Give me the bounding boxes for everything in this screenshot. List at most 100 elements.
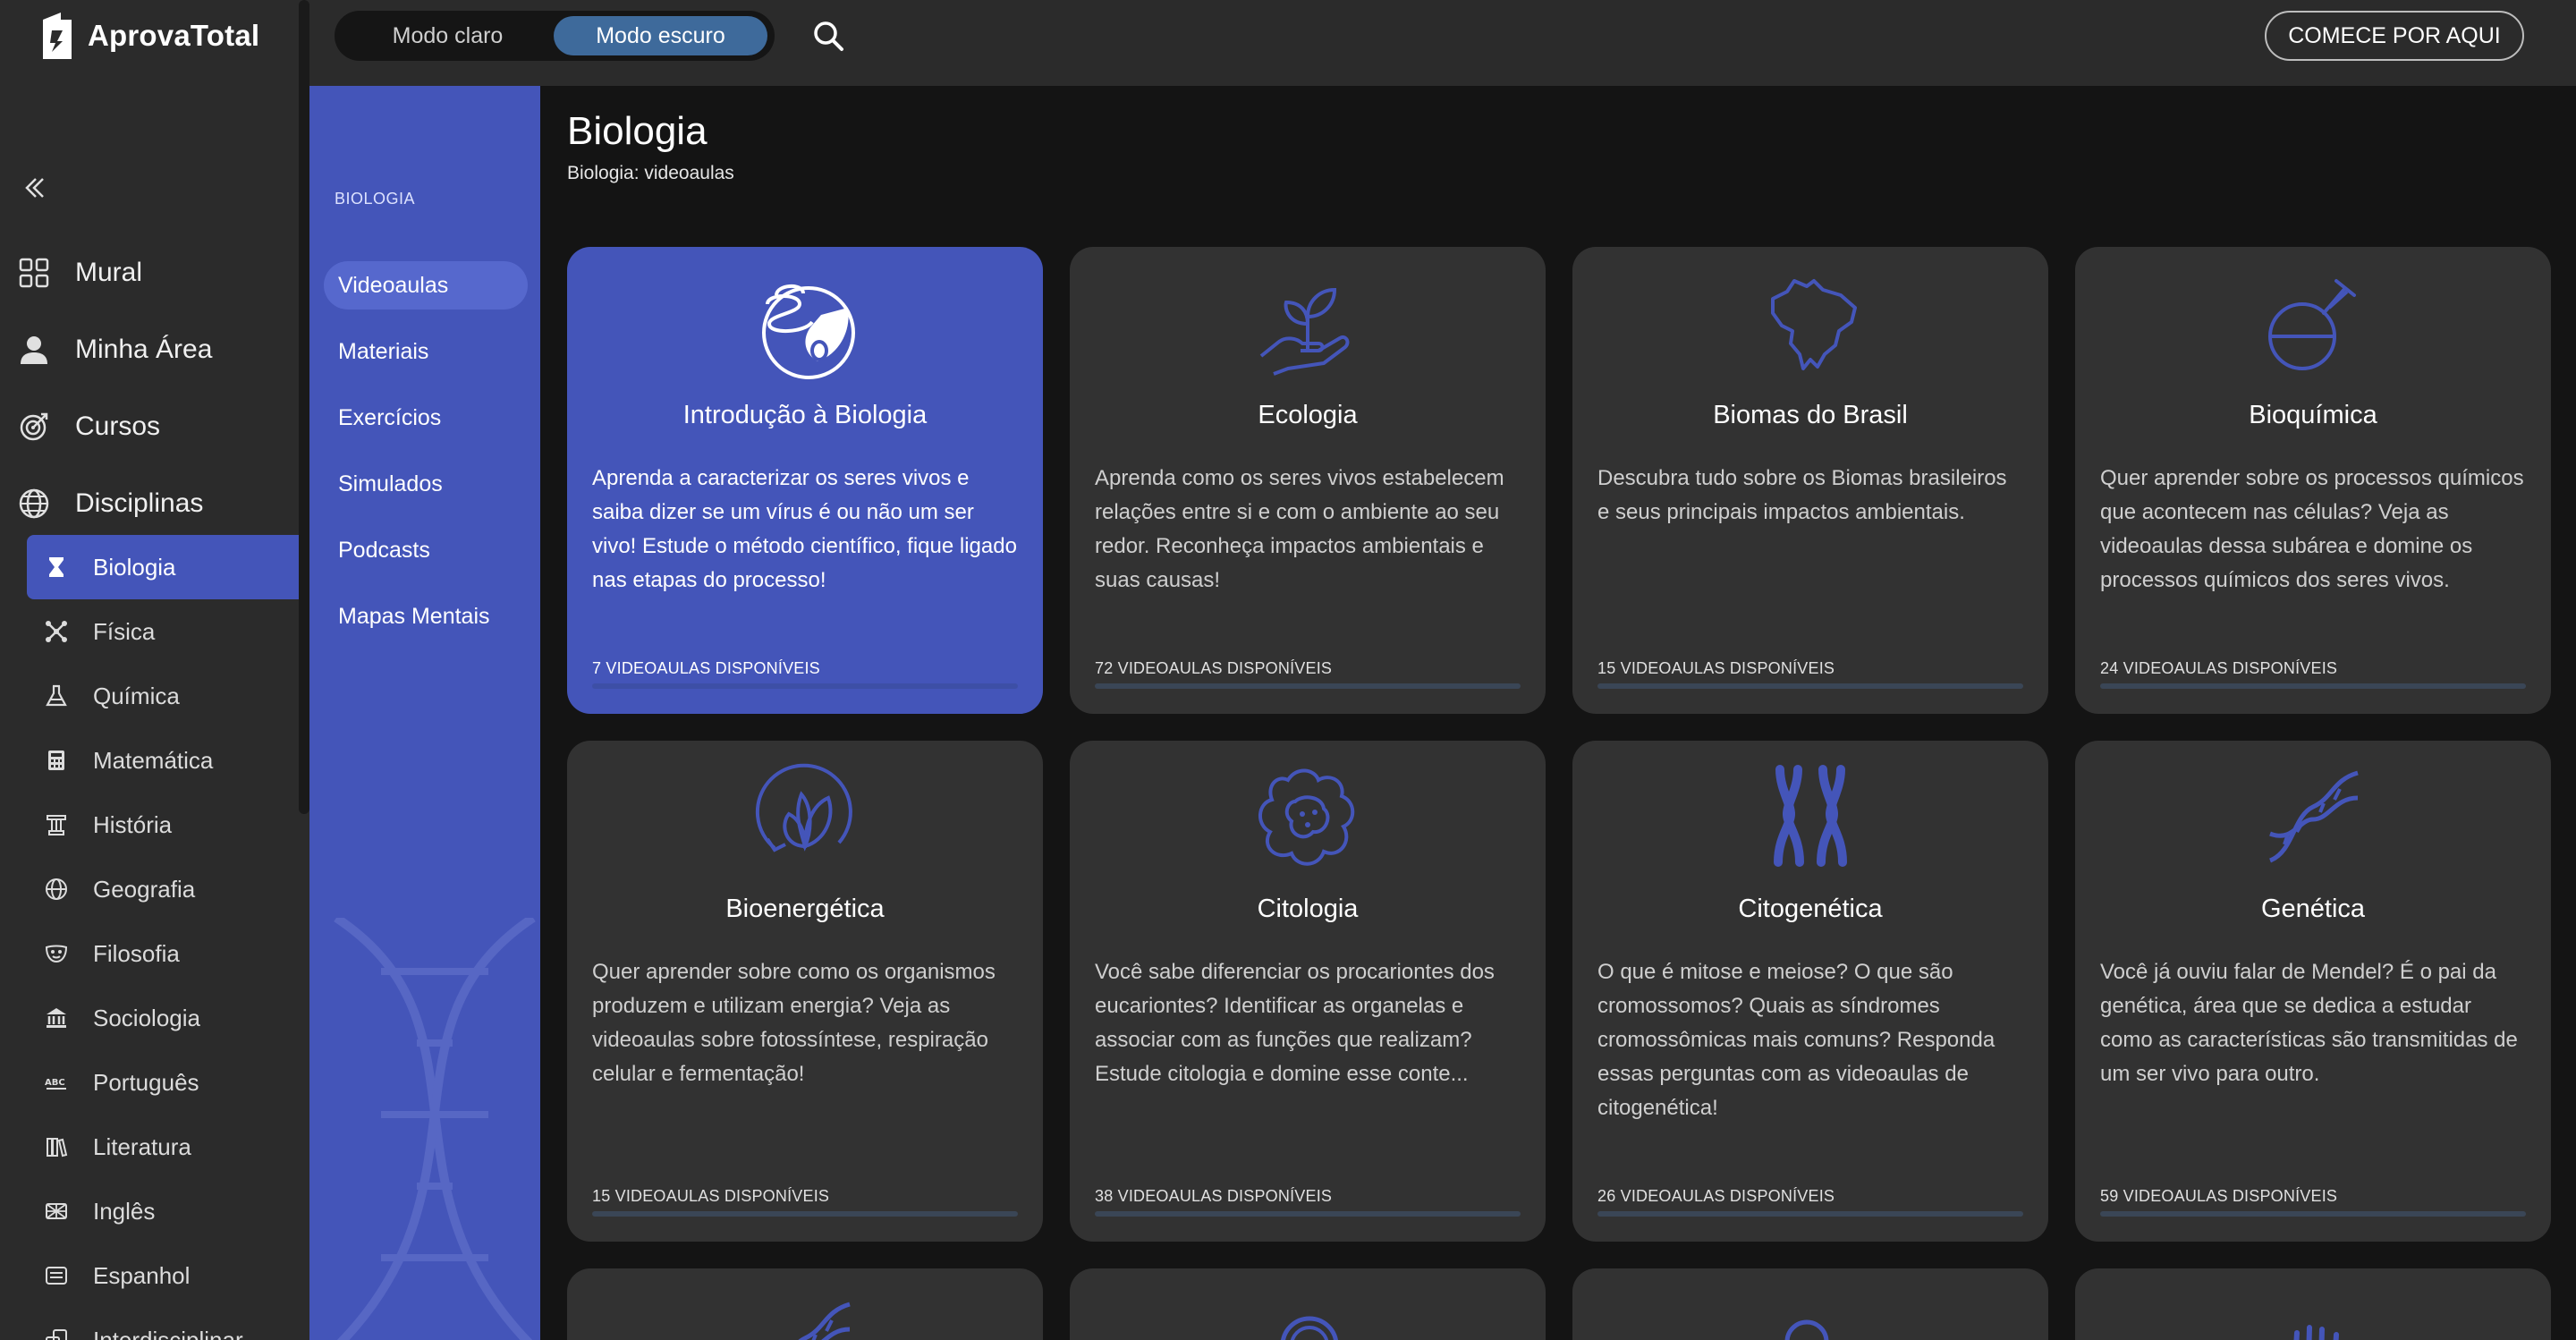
topic-card-bioenergetica[interactable]: Bioenergética Quer aprender sobre como o… (567, 741, 1043, 1242)
card-description: Você já ouviu falar de Mendel? É o pai d… (2100, 960, 2518, 1086)
card-progress-bar (1597, 683, 2023, 689)
mask-icon (45, 945, 68, 963)
topic-card-genetica[interactable]: Genética Você já ouviu falar de Mendel? … (2075, 741, 2551, 1242)
person-icon (1784, 1319, 1829, 1340)
sidebar-item-label: Sociologia (93, 1004, 200, 1031)
section-panel: BIOLOGIA Videoaulas Materiais Exercícios… (309, 86, 540, 1340)
dna-icon (798, 1302, 851, 1340)
topic-card-biomas[interactable]: Biomas do Brasil Descubra tudo sobre os … (1572, 247, 2048, 714)
card-count: 15 VIDEOAULAS DISPONÍVEIS (1597, 659, 1835, 677)
topic-card-bioquimica[interactable]: Bioquímica Quer aprender sobre os proces… (2075, 247, 2551, 714)
topic-card-citogenetica[interactable]: Citogenética O que é mitose e meiose? O … (1572, 741, 2048, 1242)
dna-decoration-icon (334, 918, 536, 1340)
layers-icon (46, 1329, 67, 1340)
globe-icon (19, 488, 49, 519)
topic-card-ecologia[interactable]: Ecologia Aprenda como os seres vivos est… (1070, 247, 1546, 714)
brand-name: AprovaTotal (88, 19, 260, 52)
nav-item-mural[interactable]: Mural (0, 234, 299, 311)
nav-item-minha-area[interactable]: Minha Área (0, 311, 299, 388)
sidebar-item-geografia[interactable]: Geografia (27, 857, 299, 921)
card-title: Ecologia (1258, 401, 1358, 429)
card-count: 15 VIDEOAULAS DISPONÍVEIS (592, 1187, 830, 1205)
section-link-simulados[interactable]: Simulados (324, 460, 528, 508)
card-title: Genética (2260, 895, 2366, 923)
sidebar-item-label: Filosofia (93, 939, 180, 967)
sidebar-item-interdisciplinar[interactable]: Interdisciplinar (27, 1308, 299, 1340)
card-progress-bar (592, 683, 1018, 689)
section-link-exercicios[interactable]: Exercícios (324, 394, 528, 442)
abc-icon: ABC (45, 1078, 66, 1090)
card-description: Aprenda a caracterizar os seres vivos e … (592, 466, 1017, 592)
topic-card-citologia[interactable]: Citologia Você sabe diferenciar os proca… (1070, 741, 1546, 1242)
flask-icon (46, 684, 67, 707)
card-progress-bar (1095, 683, 1521, 689)
section-link-mapas-mentais[interactable]: Mapas Mentais (324, 592, 528, 640)
column-icon (47, 815, 66, 835)
atom-icon (46, 621, 67, 642)
globe-icon (46, 878, 67, 900)
search-icon[interactable] (810, 18, 846, 54)
topic-cards: Introdução à Biologia Aprenda a caracter… (567, 247, 2551, 1340)
nav-item-label: Cursos (75, 411, 161, 441)
nav-item-cursos[interactable]: Cursos (0, 388, 299, 465)
section-link-materiais[interactable]: Materiais (324, 327, 528, 376)
sidebar-item-label: Interdisciplinar (93, 1326, 243, 1340)
start-here-button[interactable]: COMECE POR AQUI (2265, 11, 2524, 61)
card-description: O que é mitose e meiose? O que são cromo… (1597, 960, 1996, 1120)
chromosome-icon (1774, 765, 1847, 867)
card-title: Introdução à Biologia (682, 401, 928, 429)
user-icon (21, 336, 47, 364)
sidebar-item-matematica[interactable]: Matemática (27, 728, 299, 793)
nav-item-label: Disciplinas (75, 488, 204, 518)
light-mode-button[interactable]: Modo claro (342, 16, 554, 55)
target-icon (20, 412, 48, 441)
sidebar-item-label: Matemática (93, 746, 214, 774)
section-link-videoaulas[interactable]: Videoaulas (324, 261, 528, 310)
sidebar-item-ingles[interactable]: Inglês (27, 1179, 299, 1243)
sidebar-item-label: Biologia (93, 553, 176, 581)
sidebar-item-biologia[interactable]: Biologia (27, 535, 299, 599)
card-title: Biomas do Brasil (1713, 401, 1908, 429)
dna-icon (2268, 770, 2359, 863)
sidebar-item-sociologia[interactable]: Sociologia (27, 986, 299, 1050)
sidebar-item-label: Geografia (93, 875, 196, 903)
sidebar-item-portugues[interactable]: ABC Português (27, 1050, 299, 1115)
sidebar-item-literatura[interactable]: Literatura (27, 1115, 299, 1179)
sidebar: AprovaTotal Mural Minha Área Cursos Disc… (0, 0, 309, 1340)
card-progress-bar (2100, 1211, 2526, 1217)
theme-toggle: Modo claro Modo escuro (335, 11, 775, 61)
card-description: Você sabe diferenciar os procariontes do… (1095, 960, 1495, 1086)
card-progress-bar (1095, 1211, 1521, 1217)
sidebar-item-fisica[interactable]: Física (27, 599, 299, 664)
calculator-icon (48, 751, 64, 770)
breadcrumb: Biologia: videoaulas (567, 163, 734, 183)
topic-card-peek[interactable] (567, 1268, 1043, 1340)
card-progress-bar (2100, 683, 2526, 689)
sidebar-item-espanhol[interactable]: Espanhol (27, 1243, 299, 1308)
nav-item-label: Mural (75, 258, 143, 287)
topic-card-introducao[interactable]: Introdução à Biologia Aprenda a caracter… (567, 247, 1043, 714)
cell-icon (1258, 768, 1355, 866)
collapse-sidebar-icon[interactable] (18, 172, 50, 204)
sidebar-item-filosofia[interactable]: Filosofia (27, 921, 299, 986)
topic-card-peek[interactable] (1070, 1268, 1546, 1340)
sidebar-item-quimica[interactable]: Química (27, 664, 299, 728)
sidebar-scrollbar[interactable] (299, 0, 309, 814)
main-nav: Mural Minha Área Cursos Disciplinas (0, 234, 299, 542)
card-progress-bar (592, 1211, 1018, 1217)
card-count: 26 VIDEOAULAS DISPONÍVEIS (1597, 1187, 1835, 1205)
brand-logo[interactable]: AprovaTotal (39, 11, 259, 61)
topic-card-peek[interactable] (2075, 1268, 2551, 1340)
topic-card-peek[interactable] (1572, 1268, 2048, 1340)
sidebar-item-historia[interactable]: História (27, 793, 299, 857)
sidebar-item-label: Português (93, 1068, 199, 1096)
building-icon (47, 1008, 66, 1028)
sidebar-item-label: Inglês (93, 1197, 156, 1225)
section-link-podcasts[interactable]: Podcasts (324, 526, 528, 574)
round-flask-icon (2268, 279, 2356, 370)
grid-icon (19, 258, 49, 288)
dark-mode-button[interactable]: Modo escuro (554, 16, 767, 55)
leaf-cycle-icon (755, 763, 852, 852)
nav-item-disciplinas[interactable]: Disciplinas (0, 465, 299, 542)
logo-icon (43, 13, 72, 59)
